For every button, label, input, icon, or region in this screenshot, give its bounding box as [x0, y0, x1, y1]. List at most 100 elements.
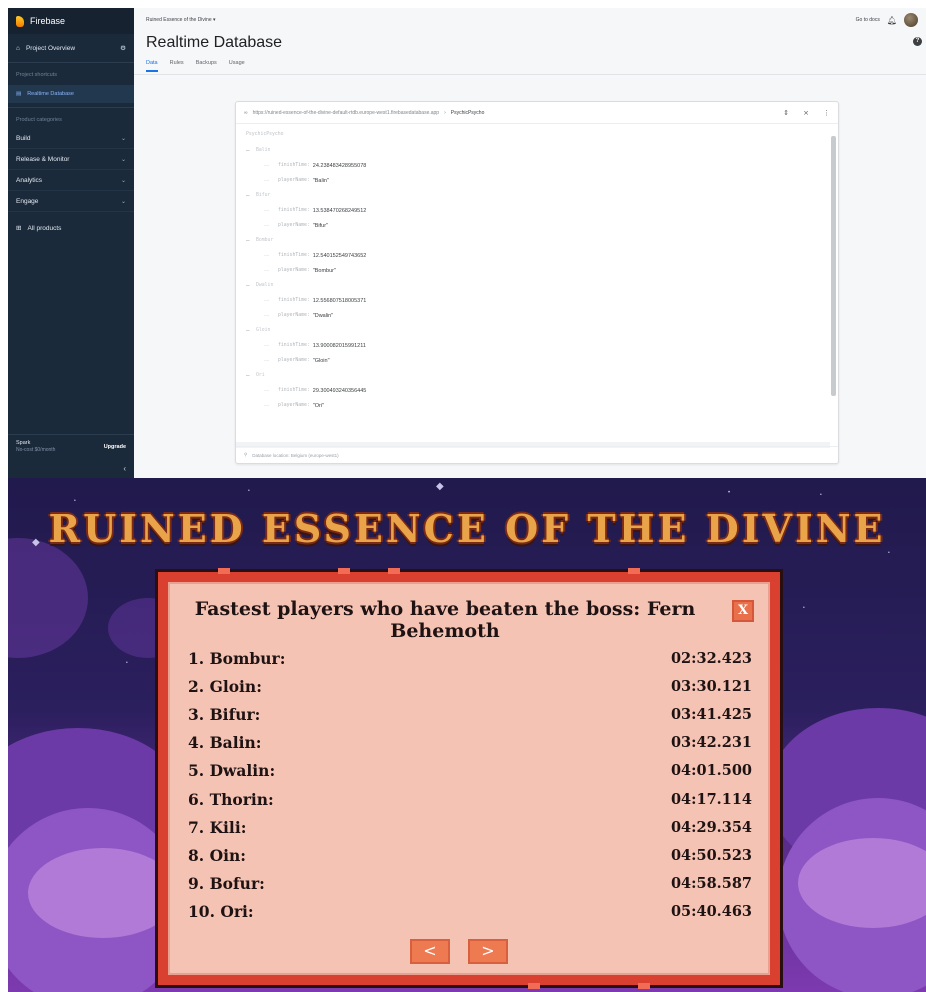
player-name: 7. Kili:	[188, 817, 247, 837]
field-value[interactable]: 13.900082015991211	[313, 343, 366, 349]
collapse-node-icon[interactable]: –	[246, 147, 256, 154]
sidebar-category-analytics[interactable]: Analytics ⌄	[8, 170, 134, 191]
chevron-down-icon: ⌄	[120, 156, 126, 163]
tree-leaf[interactable]: — finishTime: 12.540152549743652	[246, 248, 832, 263]
sidebar-item-realtime-database[interactable]: ▤ Realtime Database	[8, 85, 134, 103]
collapse-node-icon[interactable]: –	[246, 192, 256, 199]
home-icon: ⌂	[16, 44, 20, 52]
frame-decoration	[638, 983, 650, 989]
tree-node[interactable]: – Gloin	[246, 323, 832, 338]
tab-rules[interactable]: Rules	[170, 60, 184, 72]
tree-leaf[interactable]: — finishTime: 29.300493240356445	[246, 383, 832, 398]
tree-root-node[interactable]: PsychicPsycho	[246, 132, 832, 143]
star: •	[803, 605, 805, 611]
leaderboard-row: 8. Oin: 04:50.523	[188, 841, 752, 869]
next-page-button[interactable]: >	[468, 939, 508, 964]
tree-leaf[interactable]: — playerName: "Dwalin"	[246, 308, 832, 323]
collapse-node-icon[interactable]: –	[246, 372, 256, 379]
project-selector[interactable]: Ruined Essence of the Divine ▾	[146, 17, 216, 23]
help-icon[interactable]: ?	[913, 37, 922, 46]
go-to-docs-link[interactable]: Go to docs	[856, 17, 880, 23]
tree-leaf[interactable]: — finishTime: 12.556807518005371	[246, 293, 832, 308]
tab-backups[interactable]: Backups	[196, 60, 217, 72]
more-options-icon[interactable]: ⋮	[823, 109, 830, 117]
tree-leaf[interactable]: — playerName: "Ori"	[246, 398, 832, 413]
tree-connector: —	[264, 342, 269, 349]
tree-leaf[interactable]: — finishTime: 24.238483428955078	[246, 158, 832, 173]
sidebar-category-build[interactable]: Build ⌄	[8, 128, 134, 149]
field-value[interactable]: 24.238483428955078	[313, 163, 367, 169]
sidebar-category-release-monitor[interactable]: Release & Monitor ⌄	[8, 149, 134, 170]
tree-node[interactable]: – Bifur	[246, 188, 832, 203]
field-value[interactable]: "Bifur"	[313, 223, 328, 229]
project-name: Ruined Essence of the Divine	[146, 17, 212, 23]
field-value[interactable]: "Balin"	[313, 178, 329, 184]
plan-name: Spark	[16, 439, 31, 446]
tree-leaf[interactable]: — finishTime: 13.538470268249512	[246, 203, 832, 218]
frame-decoration	[528, 983, 540, 989]
finish-time: 03:30.121	[670, 677, 752, 695]
all-products-label: All products	[27, 224, 62, 232]
tree-leaf[interactable]: — playerName: "Gloin"	[246, 353, 832, 368]
sidebar-category-engage[interactable]: Engage ⌄	[8, 191, 134, 212]
tab-data[interactable]: Data	[146, 60, 158, 72]
firebase-brand[interactable]: Firebase	[8, 8, 134, 34]
tree-node[interactable]: – Ori	[246, 368, 832, 383]
tree-connector: —	[264, 387, 269, 394]
tree-leaf[interactable]: — playerName: "Balin"	[246, 173, 832, 188]
finish-time: 04:17.114	[670, 790, 752, 808]
field-value[interactable]: "Ori"	[313, 403, 324, 409]
collapse-sidebar-icon[interactable]: ‹	[123, 464, 126, 473]
close-button[interactable]: X	[732, 600, 754, 622]
sidebar-item-project-overview[interactable]: ⌂ Project Overview ⚙	[8, 38, 134, 58]
database-tree: PsychicPsycho – Balin — finishTime: 24.23848…	[236, 124, 832, 442]
collapse-node-icon[interactable]: –	[246, 237, 256, 244]
chevron-down-icon: ⌄	[120, 198, 126, 205]
bell-icon[interactable]: 🔔︎	[887, 16, 897, 25]
star: •	[820, 492, 822, 498]
tree-connector: —	[264, 267, 269, 274]
field-value[interactable]: 12.556807518005371	[313, 298, 367, 304]
tab-usage[interactable]: Usage	[229, 60, 245, 72]
field-key: playerName:	[278, 223, 310, 228]
tree-node[interactable]: – Balin	[246, 143, 832, 158]
plan-panel: Spark No-cost $0/month Upgrade	[8, 434, 134, 458]
tab-bar: Data Rules Backups Usage	[146, 60, 245, 72]
gear-icon[interactable]: ⚙	[120, 44, 126, 52]
tree-connector: —	[264, 162, 269, 169]
sidebar-item-all-products[interactable]: ⊞ All products	[8, 218, 134, 238]
tree-leaf[interactable]: — playerName: "Bifur"	[246, 218, 832, 233]
player-name: 5. Dwalin:	[188, 761, 276, 781]
finish-time: 04:29.354	[670, 818, 752, 836]
prev-page-button[interactable]: <	[410, 939, 450, 964]
tree-leaf[interactable]: — finishTime: 13.900082015991211	[246, 338, 832, 353]
leaderboard-row: 4. Balin: 03:42.231	[188, 729, 752, 757]
tree-node[interactable]: – Dwalin	[246, 278, 832, 293]
finish-time: 05:40.463	[670, 903, 752, 921]
leaderboard-row: 3. Bifur: 03:41.425	[188, 700, 752, 728]
expand-icon[interactable]: ⇕	[783, 109, 789, 117]
database-url-bar: ∞ https://ruined-essence-of-the-divine-d…	[236, 102, 838, 124]
tree-node[interactable]: – Bombur	[246, 233, 832, 248]
collapse-node-icon[interactable]: –	[246, 327, 256, 334]
vertical-scrollbar[interactable]	[831, 136, 836, 396]
database-url[interactable]: https://ruined-essence-of-the-divine-def…	[253, 110, 440, 116]
breadcrumb-node[interactable]: PsychicPsycho	[451, 110, 485, 116]
field-value[interactable]: "Gloin"	[313, 358, 330, 364]
field-value[interactable]: "Bombur"	[313, 268, 336, 274]
upgrade-button[interactable]: Upgrade	[104, 444, 126, 450]
finish-time: 03:41.425	[670, 705, 752, 723]
category-label: Release & Monitor	[16, 155, 70, 163]
frame-decoration	[628, 568, 640, 574]
field-value[interactable]: 13.538470268249512	[313, 208, 367, 214]
tree-leaf[interactable]: — playerName: "Bombur"	[246, 263, 832, 278]
avatar[interactable]	[904, 13, 918, 27]
field-value[interactable]: "Dwalin"	[313, 313, 333, 319]
collapse-node-icon[interactable]: –	[246, 282, 256, 289]
field-value[interactable]: 12.540152549743652	[313, 253, 367, 259]
field-value[interactable]: 29.300493240356445	[313, 388, 367, 394]
link-icon[interactable]: ∞	[244, 110, 248, 116]
collapse-icon[interactable]: ⨯	[803, 109, 809, 117]
field-key: playerName:	[278, 358, 310, 363]
category-label: Build	[16, 134, 31, 142]
